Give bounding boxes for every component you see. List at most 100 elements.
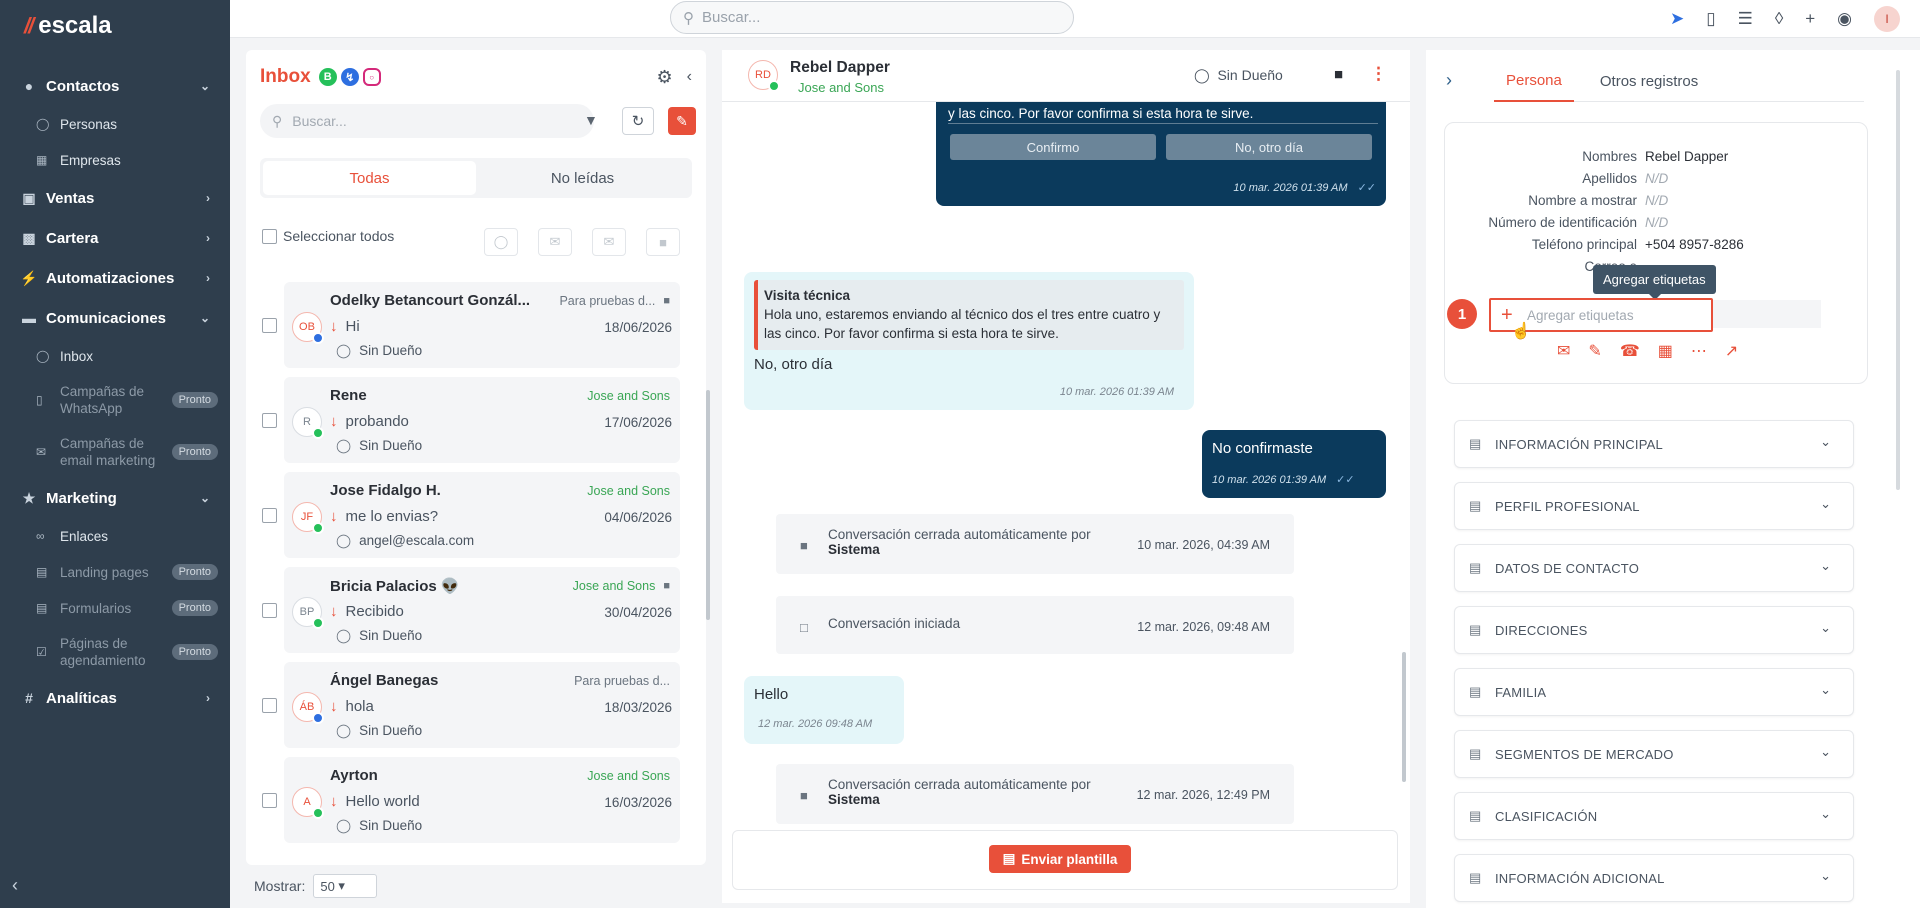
select-all-checkbox[interactable]: [262, 228, 277, 244]
section-accordion[interactable]: ▤ INFORMACIÓN ADICIONAL ⌄: [1454, 854, 1854, 902]
instagram-icon[interactable]: ○: [362, 68, 381, 86]
messenger-icon[interactable]: ↯: [340, 68, 359, 86]
mark-unread-button[interactable]: ✉: [592, 228, 626, 256]
contact-name[interactable]: Rebel Dapper: [790, 59, 890, 77]
conversation-card[interactable]: A Ayrton Jose and Sons ↓ Hello world 16/03/20…: [284, 757, 680, 843]
nav-campanas-email[interactable]: ✉ Campañas de email marketing Pronto: [0, 426, 230, 478]
conversation-checkbox[interactable]: [262, 793, 277, 808]
gear-icon[interactable]: ⚙: [657, 67, 673, 88]
conversation-checkbox[interactable]: [262, 413, 277, 428]
section-accordion[interactable]: ▤ FAMILIA ⌄: [1454, 668, 1854, 716]
headset-icon[interactable]: ◉: [1837, 9, 1852, 29]
conversation-company: Jose and Sons ■: [573, 579, 670, 593]
scrollbar[interactable]: [1402, 652, 1406, 782]
conversation-row[interactable]: A Ayrton Jose and Sons ↓ Hello world 16/03/20…: [260, 755, 680, 850]
conversation-card[interactable]: ÁB Ángel Banegas Para pruebas d... ↓ hola 18/…: [284, 662, 680, 748]
section-accordion[interactable]: ▤ SEGMENTOS DE MERCADO ⌄: [1454, 730, 1854, 778]
contact-company[interactable]: Jose and Sons: [798, 80, 884, 95]
conversation-checkbox[interactable]: [262, 508, 277, 523]
nav-analiticas[interactable]: # Analíticas ›: [0, 678, 230, 718]
conversation-row[interactable]: ÁB Ángel Banegas Para pruebas d... ↓ hola 18/…: [260, 660, 680, 755]
conversation-row[interactable]: OB Odelky Betancourt Gonzál... Para prueba…: [260, 280, 680, 375]
owner-selector[interactable]: ◯ Sin Dueño: [1194, 67, 1283, 84]
global-search-input[interactable]: ⚲ Buscar...: [670, 1, 1074, 34]
nav-contactos[interactable]: ● Contactos ⌄: [0, 66, 230, 106]
field-value[interactable]: +504 8957-8286: [1645, 237, 1744, 252]
tab-no-leidas[interactable]: No leídas: [476, 161, 689, 195]
nav-empresas[interactable]: ▦ Empresas: [0, 142, 230, 178]
chat-bubbles-icon[interactable]: ▯: [1706, 9, 1715, 29]
show-label: Mostrar:: [254, 878, 306, 894]
nav-comunicaciones[interactable]: ▬ Comunicaciones ⌄: [0, 298, 230, 338]
conversation-row[interactable]: BP Bricia Palacios 👽 Jose and Sons ■ ↓ Recibi…: [260, 565, 680, 660]
user-avatar[interactable]: I: [1874, 6, 1900, 32]
scrollbar[interactable]: [1896, 70, 1900, 490]
filter-icon[interactable]: ▼: [584, 112, 598, 128]
calendar-icon[interactable]: ▦: [1658, 341, 1673, 361]
conversation-checkbox[interactable]: [262, 603, 277, 618]
company-label: Jose and Sons: [587, 769, 670, 783]
nav-landing-pages[interactable]: ▤ Landing pages Pronto: [0, 554, 230, 590]
more-horizontal-icon[interactable]: ⋯: [1691, 341, 1707, 361]
collapse-sidebar-icon[interactable]: ‹: [12, 875, 18, 896]
section-accordion[interactable]: ▤ CLASIFICACIÓN ⌄: [1454, 792, 1854, 840]
new-conversation-button[interactable]: ✎: [668, 107, 696, 135]
email-icon[interactable]: ✉: [1557, 341, 1570, 361]
external-link-icon[interactable]: ↗: [1725, 341, 1738, 361]
delete-button[interactable]: ■: [646, 228, 680, 256]
field-value[interactable]: N/D: [1645, 193, 1668, 208]
arrow-down-icon: ↓: [330, 793, 338, 810]
conversation-checkbox[interactable]: [262, 318, 277, 333]
conversation-row[interactable]: R Rene Jose and Sons ↓ probando 17/06/2026 ◯ Si…: [260, 375, 680, 470]
brand-swirl-icon[interactable]: ➤: [1670, 9, 1684, 29]
section-accordion[interactable]: ▤ PERFIL PROFESIONAL ⌄: [1454, 482, 1854, 530]
nav-ventas[interactable]: ▣ Ventas ›: [0, 178, 230, 218]
field-value[interactable]: N/D: [1645, 171, 1668, 186]
tab-persona[interactable]: Persona: [1494, 60, 1574, 102]
nav-inbox[interactable]: ◯ Inbox: [0, 338, 230, 374]
select-all[interactable]: Seleccionar todos: [262, 228, 394, 244]
inbox-search-input[interactable]: ⚲ Buscar...: [260, 104, 594, 138]
pronto-badge: Pronto: [171, 392, 218, 408]
nav-campanas-whatsapp[interactable]: ▯ Campañas de WhatsApp Pronto: [0, 374, 230, 426]
scrollbar[interactable]: [706, 390, 710, 620]
refresh-button[interactable]: ↻: [622, 107, 654, 135]
tab-otros-registros[interactable]: Otros registros: [1588, 60, 1710, 102]
field-value[interactable]: Rebel Dapper: [1645, 149, 1728, 164]
contact-avatar[interactable]: RD: [748, 60, 780, 92]
conversation-card[interactable]: OB Odelky Betancourt Gonzál... Para prueba…: [284, 282, 680, 368]
nav-ventas-label: Ventas: [46, 189, 95, 207]
section-accordion[interactable]: ▤ DATOS DE CONTACTO ⌄: [1454, 544, 1854, 592]
chevron-right-icon[interactable]: ›: [1446, 70, 1452, 91]
nav-formularios[interactable]: ▤ Formularios Pronto: [0, 590, 230, 626]
tab-todas[interactable]: Todas: [263, 161, 476, 195]
more-options-icon[interactable]: ⋮: [1370, 64, 1387, 84]
conversation-card[interactable]: BP Bricia Palacios 👽 Jose and Sons ■ ↓ Recibi…: [284, 567, 680, 653]
nav-personas[interactable]: ◯ Personas: [0, 106, 230, 142]
page-size-select[interactable]: 50 ▾: [313, 874, 378, 898]
field-value[interactable]: N/D: [1645, 215, 1668, 230]
conversation-card[interactable]: R Rene Jose and Sons ↓ probando 17/06/2026 ◯ Si…: [284, 377, 680, 463]
nav-enlaces[interactable]: ∞ Enlaces: [0, 518, 230, 554]
send-template-button[interactable]: ▤ Enviar plantilla: [989, 845, 1131, 873]
nav-marketing[interactable]: ★ Marketing ⌄: [0, 478, 230, 518]
plus-icon[interactable]: +: [1805, 9, 1815, 29]
section-accordion[interactable]: ▤ DIRECCIONES ⌄: [1454, 606, 1854, 654]
whatsapp-icon[interactable]: B: [318, 68, 337, 86]
nav-cartera[interactable]: ▩ Cartera ›: [0, 218, 230, 258]
assign-user-button[interactable]: ◯: [484, 228, 518, 256]
list-icon[interactable]: ☰: [1738, 9, 1753, 29]
nav-paginas-agendamiento[interactable]: ☑ Páginas de agendamiento Pronto: [0, 626, 230, 678]
nav-automatizaciones[interactable]: ⚡ Automatizaciones ›: [0, 258, 230, 298]
conversation-row[interactable]: JF Jose Fidalgo H. Jose and Sons ↓ me lo env…: [260, 470, 680, 565]
phone-icon[interactable]: ☎: [1620, 341, 1640, 361]
bell-icon[interactable]: ◊: [1775, 9, 1783, 29]
logo[interactable]: // escala: [0, 0, 230, 52]
lock-icon[interactable]: ■: [1334, 66, 1343, 83]
conversation-checkbox[interactable]: [262, 698, 277, 713]
section-accordion[interactable]: ▤ INFORMACIÓN PRINCIPAL ⌄: [1454, 420, 1854, 468]
note-icon[interactable]: ✎: [1588, 341, 1601, 361]
chevron-left-icon[interactable]: ‹: [687, 68, 692, 86]
mark-read-button[interactable]: ✉: [538, 228, 572, 256]
conversation-card[interactable]: JF Jose Fidalgo H. Jose and Sons ↓ me lo env…: [284, 472, 680, 558]
